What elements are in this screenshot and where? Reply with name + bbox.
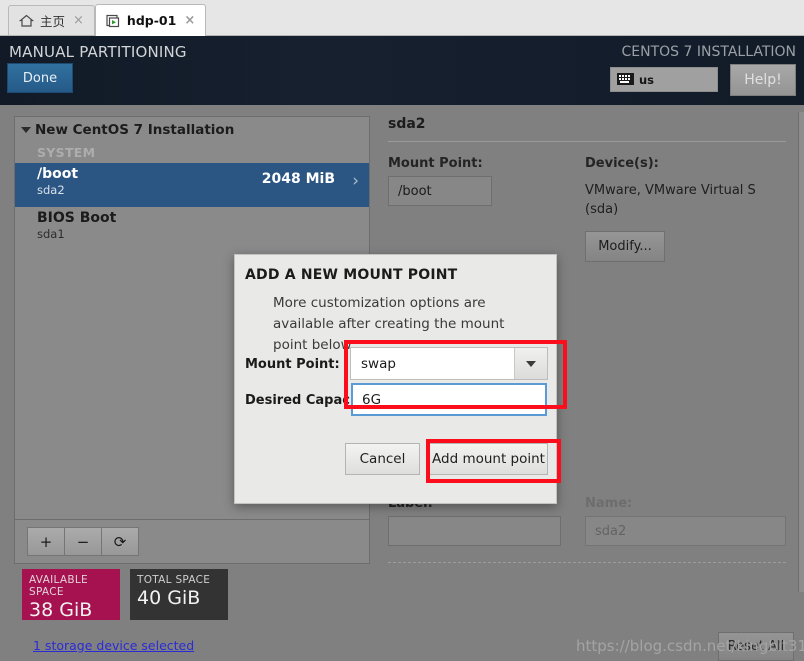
total-space-box: TOTAL SPACE 40 GiB bbox=[130, 569, 228, 620]
total-space-caption: TOTAL SPACE bbox=[137, 574, 211, 586]
tab-home-close-icon[interactable]: × bbox=[71, 14, 86, 27]
chevron-down-icon bbox=[526, 360, 536, 367]
right-edge-panel bbox=[798, 112, 804, 592]
tab-hdp-01[interactable]: hdp-01 × bbox=[94, 4, 207, 36]
available-space-box: AVAILABLE SPACE 38 GiB bbox=[22, 569, 120, 621]
add-mount-point-button[interactable]: Add mount point bbox=[429, 443, 548, 475]
storage-device-link[interactable]: 1 storage device selected bbox=[33, 638, 194, 653]
refresh-button[interactable]: ⟳ bbox=[101, 527, 139, 556]
mount-point-label: Mount Point: bbox=[388, 156, 483, 171]
page-title: MANUAL PARTITIONING bbox=[9, 43, 187, 61]
vm-icon bbox=[106, 14, 121, 28]
add-mount-point-label: Add mount point bbox=[432, 451, 545, 467]
partition-name: BIOS Boot bbox=[37, 210, 117, 226]
cancel-button-label: Cancel bbox=[359, 451, 406, 467]
keyboard-layout-label: us bbox=[639, 72, 655, 87]
tab-hdp-01-label: hdp-01 bbox=[126, 13, 177, 28]
divider bbox=[388, 141, 786, 142]
total-space-value: 40 GiB bbox=[137, 587, 201, 609]
help-button-label: Help! bbox=[744, 72, 782, 88]
partition-group-header[interactable]: New CentOS 7 Installation bbox=[15, 117, 369, 142]
available-space-caption: AVAILABLE SPACE bbox=[29, 574, 88, 598]
devices-value: VMware, VMware Virtual S (sda) bbox=[585, 183, 756, 217]
home-icon bbox=[18, 14, 35, 28]
anaconda-installer: MANUAL PARTITIONING CENTOS 7 INSTALLATIO… bbox=[0, 36, 804, 661]
help-button[interactable]: Help! bbox=[730, 64, 796, 96]
done-button-label: Done bbox=[22, 70, 58, 86]
available-space-value: 38 GiB bbox=[29, 599, 93, 621]
chevron-down-icon bbox=[21, 127, 31, 133]
tab-hdp-01-close-icon[interactable]: × bbox=[182, 14, 197, 27]
dialog-capacity-input[interactable]: 6G bbox=[351, 383, 547, 416]
name-label: Name: bbox=[585, 496, 633, 511]
dialog-mount-point-combobox[interactable]: swap bbox=[350, 347, 548, 380]
table-row[interactable]: BIOS Boot sda1 bbox=[15, 207, 369, 251]
space-summary: AVAILABLE SPACE 38 GiB TOTAL SPACE 40 Gi… bbox=[22, 569, 228, 621]
partition-group-label: New CentOS 7 Installation bbox=[35, 122, 235, 138]
mount-point-input[interactable]: /boot bbox=[388, 176, 492, 206]
tab-home[interactable]: 主页 × bbox=[8, 5, 95, 35]
keyboard-icon bbox=[617, 70, 634, 89]
dashed-divider bbox=[388, 562, 786, 563]
dialog-title: ADD A NEW MOUNT POINT bbox=[245, 267, 458, 283]
product-label: CENTOS 7 INSTALLATION bbox=[621, 44, 796, 60]
table-row[interactable]: /boot sda2 2048 MiB › bbox=[15, 163, 369, 207]
keyboard-layout-indicator[interactable]: us bbox=[610, 67, 718, 92]
installer-header: MANUAL PARTITIONING CENTOS 7 INSTALLATIO… bbox=[0, 36, 804, 105]
modify-button-label: Modify... bbox=[598, 239, 652, 254]
remove-partition-button[interactable]: − bbox=[64, 527, 102, 556]
dialog-mount-point-value: swap bbox=[361, 355, 396, 372]
dropdown-arrow-button[interactable] bbox=[514, 348, 547, 379]
device-title: sda2 bbox=[388, 116, 426, 132]
partition-device: sda1 bbox=[37, 227, 65, 241]
add-mount-point-dialog: ADD A NEW MOUNT POINT More customization… bbox=[234, 254, 557, 504]
partition-size: 2048 MiB bbox=[261, 171, 335, 187]
done-button[interactable]: Done bbox=[7, 63, 73, 93]
add-partition-button[interactable]: + bbox=[27, 527, 65, 556]
modify-button[interactable]: Modify... bbox=[585, 231, 665, 262]
partition-section-label: SYSTEM bbox=[37, 145, 96, 160]
tab-home-label: 主页 bbox=[40, 14, 66, 29]
dialog-mount-point-label: Mount Point: bbox=[245, 357, 340, 372]
vm-tab-bar: 主页 × hdp-01 × bbox=[0, 0, 804, 36]
label-input[interactable] bbox=[388, 516, 561, 546]
name-input[interactable]: sda2 bbox=[585, 516, 786, 546]
devices-label: Device(s): bbox=[585, 156, 659, 171]
cancel-button[interactable]: Cancel bbox=[345, 443, 420, 475]
partition-list-toolbar: + − ⟳ bbox=[14, 520, 370, 564]
chevron-right-icon: › bbox=[352, 171, 359, 191]
watermark: https://blog.csdn.net/kingbit311 bbox=[576, 637, 804, 655]
